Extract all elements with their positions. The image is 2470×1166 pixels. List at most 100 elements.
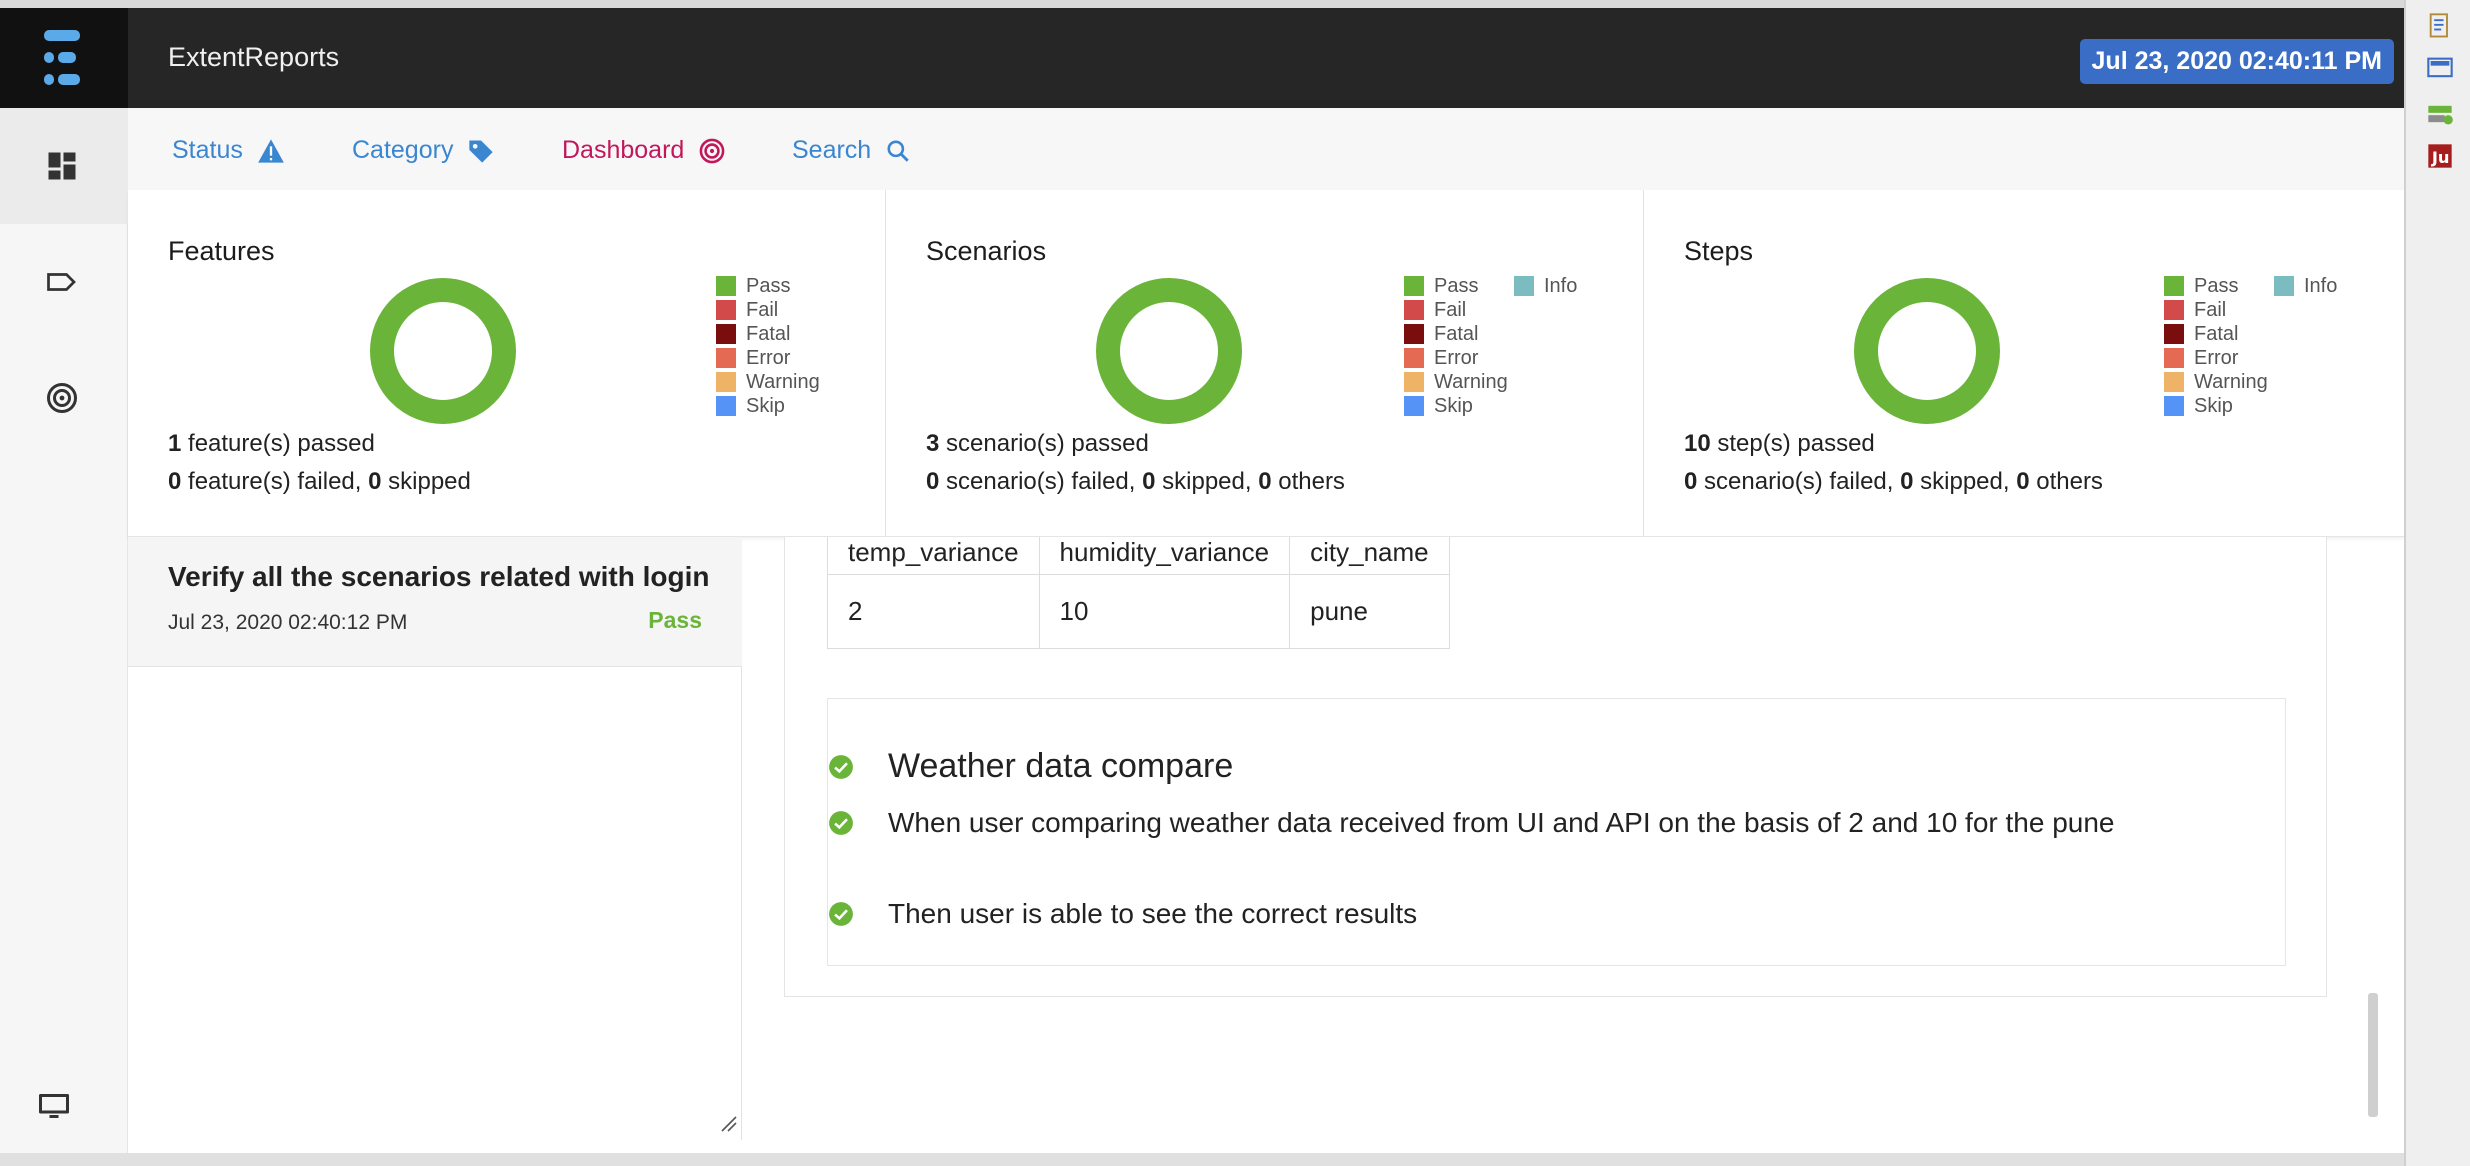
features-donut-chart — [370, 278, 516, 424]
scenarios-title: Scenarios — [926, 236, 1047, 266]
steps-title: Steps — [1684, 236, 1754, 266]
top-navbar: ExtentReports Jul 23, 2020 02:40:11 PM — [0, 8, 2404, 108]
legend-swatch-fail — [1404, 300, 1424, 320]
legend-warning: Warning — [746, 370, 820, 393]
window-top-strip — [0, 0, 2470, 8]
steps-donut-chart — [1854, 278, 2000, 424]
left-sidebar — [0, 108, 128, 1153]
test-status-badge: Pass — [648, 607, 702, 633]
target-icon — [47, 383, 77, 413]
ide-right-toolbar: Ju — [2404, 0, 2470, 1166]
legend-error: Error — [746, 346, 791, 369]
features-failed-summary: 0 feature(s) failed, 0 skipped — [168, 468, 471, 495]
steps-passed-summary: 10 step(s) passed — [1684, 430, 1875, 457]
table-header-cell: temp_variance — [827, 537, 1040, 575]
steps-legend: Pass Fail Fatal Error Warning Skip — [2164, 274, 2268, 418]
step-row: When user comparing weather data receive… — [828, 807, 2115, 839]
legend-pass: Pass — [2194, 274, 2239, 297]
tab-search-label: Search — [792, 136, 872, 164]
test-name: Verify all the scenarios related with lo… — [168, 561, 710, 592]
legend-swatch-error — [2164, 348, 2184, 368]
scenario-steps-box: Weather data compare When user comparing… — [827, 698, 2286, 966]
check-circle-icon — [829, 811, 853, 835]
servers-icon[interactable] — [2426, 100, 2454, 128]
legend-swatch-fail — [2164, 300, 2184, 320]
sidebar-item-tags[interactable] — [0, 224, 128, 340]
monitor-icon — [39, 1094, 69, 1118]
scenarios-donut-chart — [1096, 278, 1242, 424]
table-header-row: temp_variance humidity_variance city_nam… — [827, 537, 1450, 575]
tag-icon — [47, 273, 76, 291]
scenarios-legend-extra: Info — [1514, 274, 1577, 298]
legend-swatch-warning — [2164, 372, 2184, 392]
table-header-cell: city_name — [1289, 537, 1450, 575]
sidebar-item-analysis[interactable] — [0, 340, 128, 456]
sidebar-item-dashboard[interactable] — [0, 108, 128, 224]
legend-pass: Pass — [1434, 274, 1479, 297]
sidebar-item-environment[interactable] — [0, 1068, 128, 1148]
test-list: Verify all the scenarios related with lo… — [128, 537, 742, 1140]
tab-dashboard-label: Dashboard — [562, 136, 685, 164]
legend-error: Error — [2194, 346, 2239, 369]
legend-fatal: Fatal — [746, 322, 791, 345]
test-detail-panel: temp_variance humidity_variance city_nam… — [784, 537, 2327, 997]
legend-skip: Skip — [1434, 394, 1473, 417]
dashboard-panel: Features Pass Fail Fatal Error Warning S… — [128, 190, 2404, 537]
table-header-cell: humidity_variance — [1038, 537, 1291, 575]
scenarios-failed-summary: 0 scenario(s) failed, 0 skipped, 0 other… — [926, 468, 1345, 495]
dashboard-icon — [48, 152, 76, 180]
legend-swatch-fatal — [716, 324, 736, 344]
legend-swatch-pass — [2164, 276, 2184, 296]
app-title: ExtentReports — [168, 42, 340, 72]
step-text: Then user is able to see the correct res… — [888, 898, 1418, 929]
legend-swatch-skip — [716, 396, 736, 416]
check-circle-icon — [829, 754, 853, 779]
legend-swatch-pass — [1404, 276, 1424, 296]
tab-status[interactable]: Status — [172, 136, 285, 165]
legend-swatch-info — [1514, 276, 1534, 296]
legend-pass: Pass — [746, 274, 791, 297]
tab-category-label: Category — [352, 136, 454, 164]
svg-text:Ju: Ju — [2431, 148, 2450, 167]
legend-swatch-pass — [716, 276, 736, 296]
legend-info: Info — [1544, 274, 1578, 297]
outline-icon[interactable] — [2426, 12, 2454, 40]
vertical-scrollbar[interactable] — [2368, 993, 2378, 1117]
tab-category[interactable]: Category — [352, 136, 495, 165]
legend-swatch-error — [716, 348, 736, 368]
test-list-item[interactable]: Verify all the scenarios related with lo… — [128, 537, 742, 667]
scenarios-card: Scenarios Pass Fail Fatal Error Warning … — [886, 190, 1644, 537]
tab-dashboard[interactable]: Dashboard — [562, 136, 726, 165]
legend-fail: Fail — [746, 298, 779, 321]
extent-logo[interactable] — [0, 8, 128, 108]
legend-info: Info — [2304, 274, 2338, 297]
report-timestamp-badge: Jul 23, 2020 02:40:11 PM — [2079, 39, 2394, 84]
legend-warning: Warning — [1434, 370, 1508, 393]
features-legend: Pass Fail Fatal Error Warning Skip — [716, 274, 820, 418]
examples-table: temp_variance humidity_variance city_nam… — [827, 537, 1450, 649]
legend-fail: Fail — [2194, 298, 2227, 321]
console-icon[interactable] — [2426, 54, 2454, 82]
resize-handle-icon[interactable] — [720, 1115, 738, 1133]
legend-error: Error — [1434, 346, 1479, 369]
legend-skip: Skip — [2194, 394, 2233, 417]
scenarios-legend: Pass Fail Fatal Error Warning Skip — [1404, 274, 1508, 418]
steps-card: Steps Pass Fail Fatal Error Warning Skip… — [1644, 190, 2404, 537]
legend-swatch-skip — [2164, 396, 2184, 416]
tab-search[interactable]: Search — [792, 136, 911, 165]
legend-swatch-fatal — [2164, 324, 2184, 344]
table-cell: 10 — [1038, 574, 1291, 649]
legend-swatch-fail — [716, 300, 736, 320]
table-cell: pune — [1289, 574, 1450, 649]
steps-legend-extra: Info — [2274, 274, 2337, 298]
junit-icon[interactable]: Ju — [2426, 142, 2454, 170]
legend-fatal: Fatal — [2194, 322, 2239, 345]
legend-swatch-error — [1404, 348, 1424, 368]
status-bar — [0, 1153, 2404, 1166]
legend-fail: Fail — [1434, 298, 1467, 321]
features-passed-summary: 1 feature(s) passed — [168, 430, 375, 457]
table-row: 2 10 pune — [827, 574, 1450, 649]
check-circle-icon — [829, 902, 853, 926]
legend-fatal: Fatal — [1434, 322, 1479, 345]
scenario-title: Weather data compare — [888, 747, 1234, 785]
